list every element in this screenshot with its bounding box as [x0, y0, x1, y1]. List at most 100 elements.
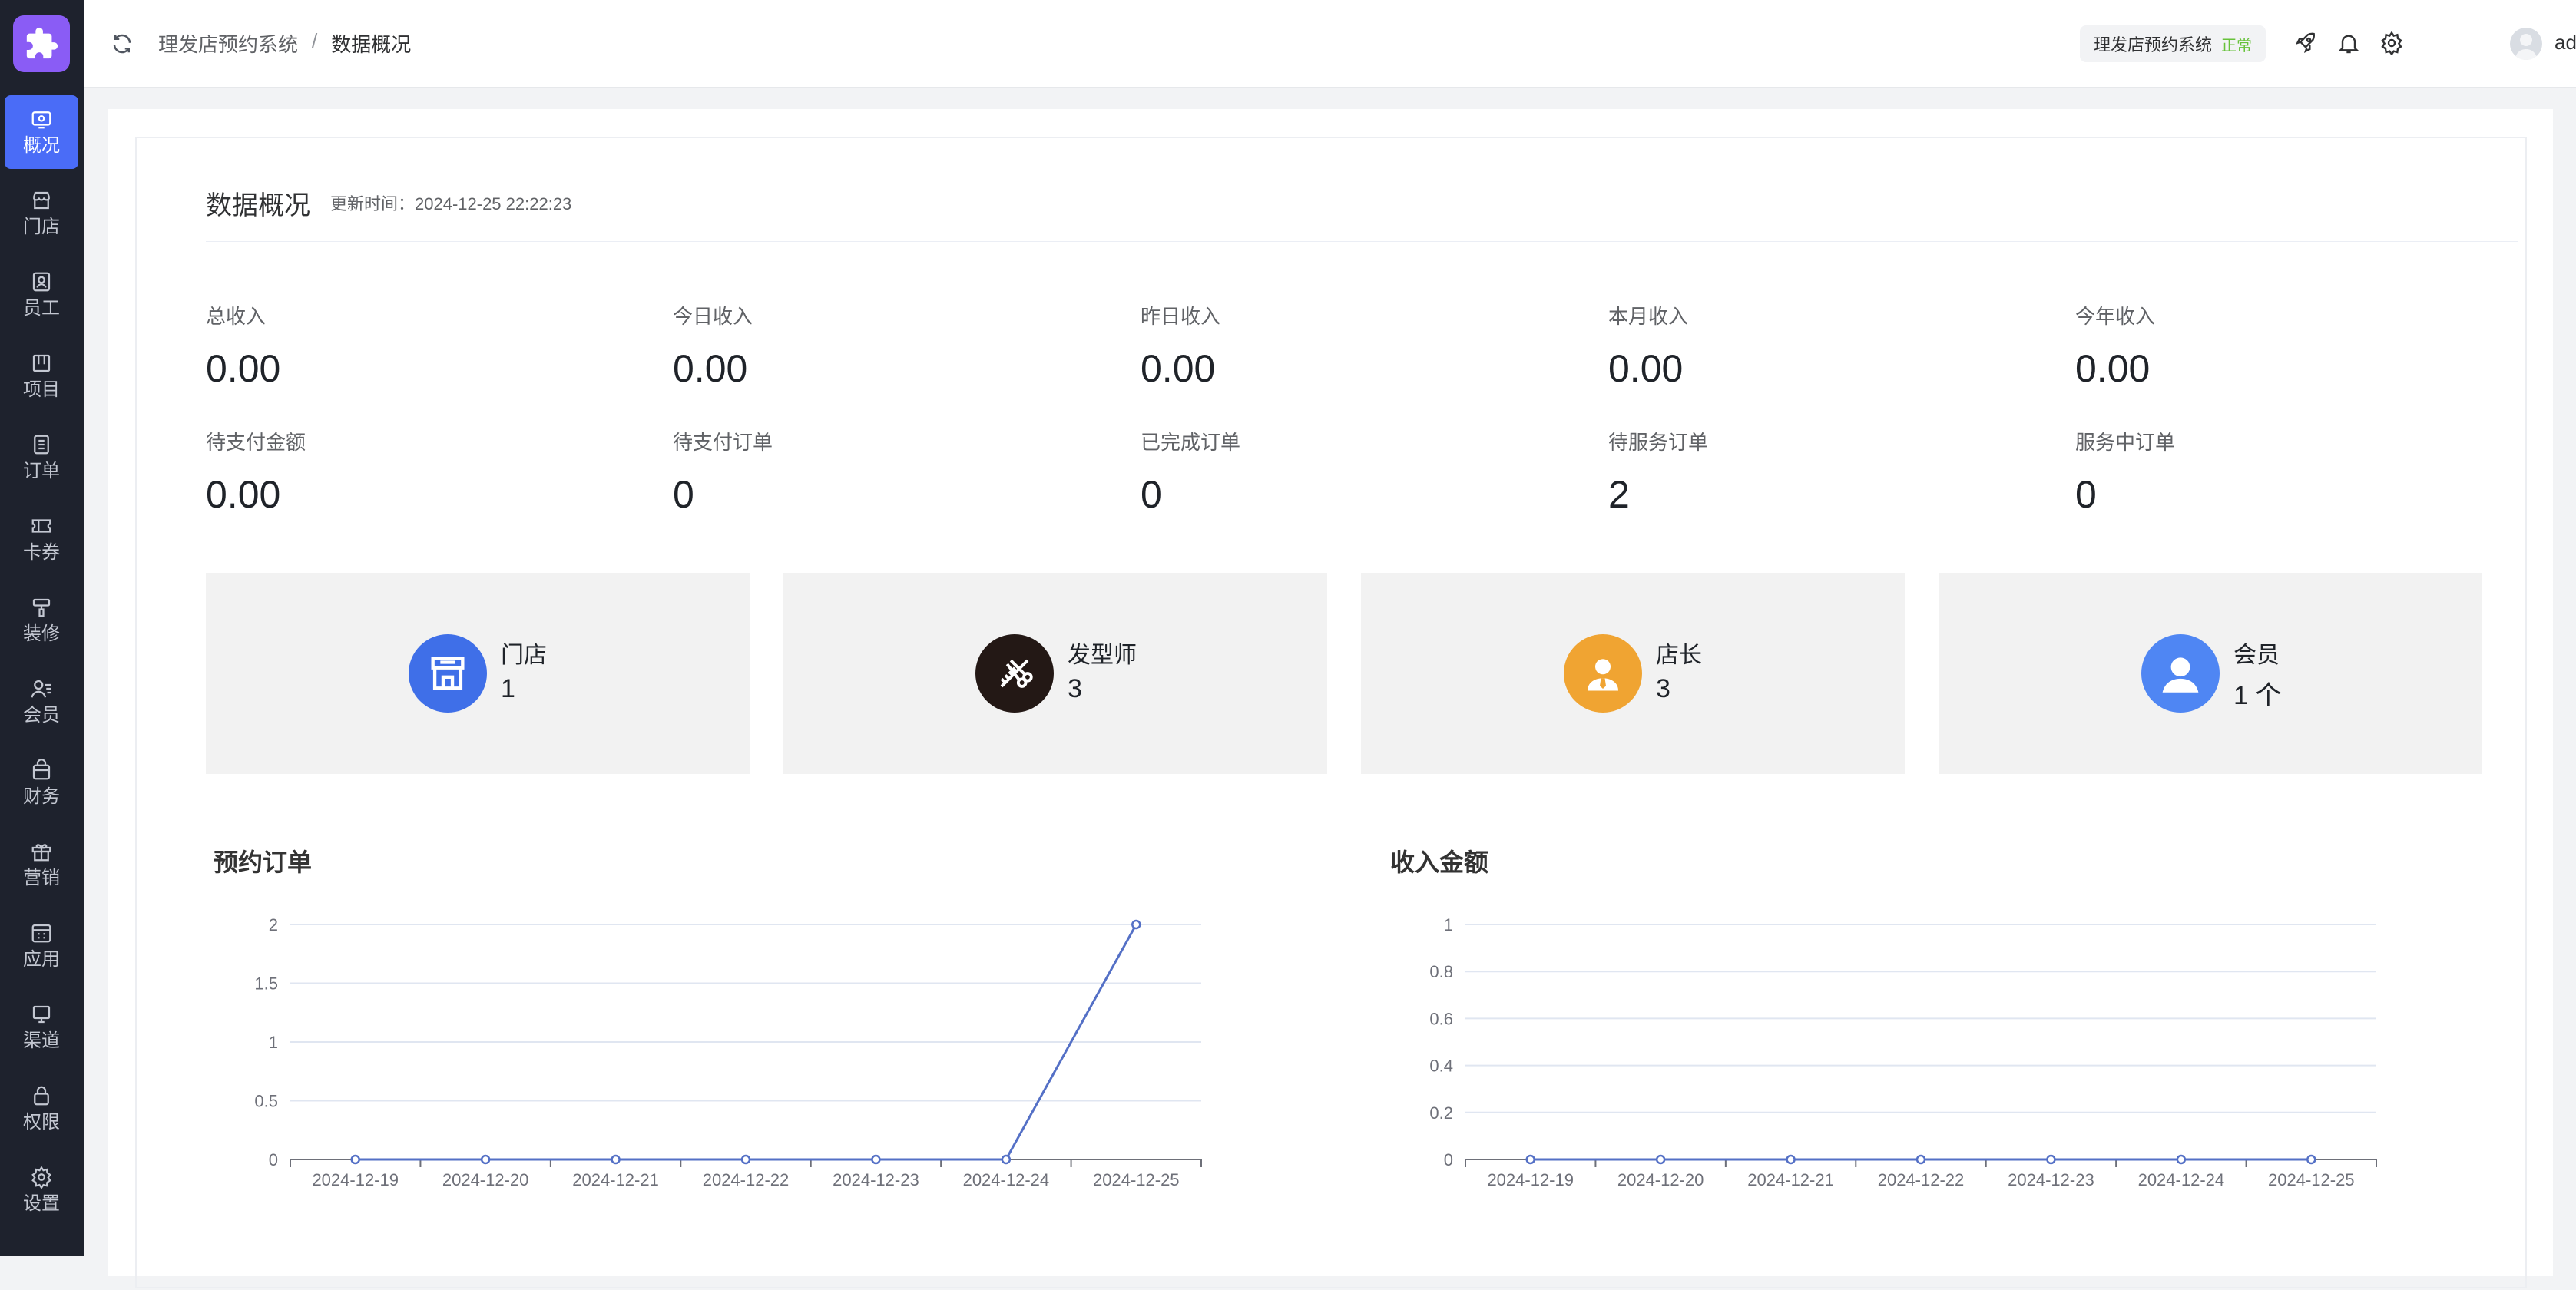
y-tick-label: 0 [1444, 1150, 1453, 1169]
system-name: 理发店预约系统 [2094, 35, 2213, 55]
breadcrumb-root[interactable]: 理发店预约系统 [158, 29, 298, 58]
sidebar-item-channel[interactable]: 渠道 [5, 991, 78, 1064]
income-line-chart: 0 0.2 0.4 0.6 0.8 1 2024-12-19 2024-12-20 2024-1… [1429, 915, 2377, 1189]
username[interactable]: admin [2554, 31, 2576, 55]
sidebar-item-marketing[interactable]: 营销 [5, 828, 78, 901]
y-tick-label: 0.2 [1429, 1103, 1453, 1123]
data-point [480, 1154, 491, 1165]
breadcrumb-current: 数据概况 [331, 33, 412, 56]
avatar[interactable] [2510, 28, 2542, 60]
data-point [1525, 1154, 1535, 1165]
system-status-tag: 理发店预约系统 正常 [2080, 25, 2266, 62]
sidebar-item-finance[interactable]: 财务 [5, 746, 78, 820]
app-logo-puzzle-icon[interactable] [13, 15, 70, 72]
x-tick-label: 2024-12-23 [2008, 1170, 2094, 1189]
sidebar-item-label: 营销 [23, 868, 60, 888]
y-tick-label: 1 [1444, 915, 1453, 934]
top-bar: 理发店预约系统 / 数据概况 理发店预约系统 正常 admin [84, 0, 2576, 88]
x-tick-label: 2024-12-22 [1878, 1170, 1965, 1189]
sidebar-item-settings[interactable]: 设置 [5, 1153, 78, 1227]
sidebar-item-label: 卡券 [23, 542, 60, 563]
y-tick-label: 0.6 [1429, 1009, 1453, 1028]
x-tick-label: 2024-12-20 [442, 1170, 529, 1189]
staff-icon [32, 272, 51, 292]
x-tick-label: 2024-12-21 [1747, 1170, 1834, 1189]
sidebar-item-label: 渠道 [23, 1030, 60, 1051]
sidebar-item-label: 设置 [23, 1193, 60, 1214]
y-tick-label: 0.8 [1429, 962, 1453, 981]
decoration-icon [32, 598, 51, 617]
store-icon [32, 191, 51, 210]
sidebar: 概况 门店 员工 项目 订单 卡券 装修 会员 财务 营销 应用 渠道 权限 设… [0, 0, 84, 1256]
y-tick-label: 0 [269, 1150, 278, 1169]
coupon-icon [31, 519, 51, 533]
rocket-icon[interactable] [2293, 31, 2318, 55]
sidebar-item-label: 权限 [23, 1112, 60, 1133]
data-point [1915, 1154, 1926, 1165]
data-point [1655, 1154, 1666, 1165]
sidebar-item-label: 装修 [23, 624, 60, 644]
data-point [2046, 1154, 2056, 1165]
breadcrumb-separator: / [312, 29, 318, 52]
x-tick-label: 2024-12-24 [2138, 1170, 2225, 1189]
x-tick-label: 2024-12-19 [312, 1170, 399, 1189]
y-tick-label: 0.4 [1429, 1057, 1453, 1076]
data-point [350, 1154, 360, 1165]
dashboard-icon [31, 111, 51, 129]
lock-icon [34, 1086, 49, 1106]
data-point [1786, 1154, 1796, 1165]
refresh-icon[interactable] [111, 32, 134, 55]
sidebar-item-staff[interactable]: 员工 [5, 258, 78, 332]
x-tick-label: 2024-12-21 [572, 1170, 659, 1189]
sidebar-item-coupon[interactable]: 卡券 [5, 502, 78, 576]
gear-icon[interactable] [2379, 31, 2404, 55]
sidebar-item-apps[interactable]: 应用 [5, 909, 78, 983]
sidebar-item-label: 门店 [23, 217, 60, 237]
bookings-line-chart: 0 0.5 1 1.5 2 2024-12-19 2024-12-20 2024-12-21 2… [254, 915, 1202, 1189]
sidebar-item-order[interactable]: 订单 [5, 421, 78, 495]
x-tick-label: 2024-12-24 [963, 1170, 1050, 1189]
x-tick-label: 2024-12-23 [833, 1170, 919, 1189]
member-icon [31, 680, 51, 698]
status-badge: 正常 [2221, 37, 2253, 55]
data-point [1001, 1154, 1012, 1165]
gift-icon [31, 844, 51, 862]
data-point [740, 1154, 751, 1165]
main-content: 数据概况 更新时间：2024-12-25 22:22:23 总收入 0.00 今… [108, 109, 2553, 1288]
data-point [611, 1154, 621, 1165]
x-tick-label: 2024-12-22 [703, 1170, 790, 1189]
x-tick-label: 2024-12-20 [1617, 1170, 1704, 1189]
sidebar-item-label: 会员 [23, 705, 60, 726]
x-tick-label: 2024-12-25 [2268, 1170, 2355, 1189]
channel-icon [32, 1005, 51, 1024]
apps-icon [31, 924, 51, 943]
sidebar-item-label: 订单 [23, 461, 60, 481]
sidebar-item-label: 项目 [23, 379, 60, 400]
data-point [2306, 1154, 2316, 1165]
sidebar-item-decoration[interactable]: 装修 [5, 584, 78, 657]
data-point [2176, 1154, 2187, 1165]
data-point [1131, 919, 1141, 930]
sidebar-item-label: 员工 [23, 298, 60, 319]
project-icon [32, 354, 51, 372]
sidebar-item-label: 财务 [23, 786, 60, 807]
y-tick-label: 2 [269, 915, 278, 934]
sidebar-item-label: 概况 [23, 135, 60, 156]
sidebar-item-project[interactable]: 项目 [5, 339, 78, 413]
overview-card: 数据概况 更新时间：2024-12-25 22:22:23 总收入 0.00 今… [135, 137, 2527, 1288]
breadcrumb: 理发店预约系统 / 数据概况 [158, 29, 411, 58]
y-tick-label: 1.5 [254, 974, 278, 994]
bell-icon[interactable] [2336, 31, 2361, 55]
order-icon [34, 435, 49, 455]
sidebar-item-member[interactable]: 会员 [5, 665, 78, 739]
x-tick-label: 2024-12-19 [1487, 1170, 1574, 1189]
x-tick-label: 2024-12-25 [1093, 1170, 1180, 1189]
sidebar-item-permission[interactable]: 权限 [5, 1072, 78, 1146]
sidebar-item-label: 应用 [23, 949, 60, 970]
sidebar-item-overview[interactable]: 概况 [5, 95, 78, 169]
y-tick-label: 1 [269, 1033, 278, 1052]
sidebar-item-store[interactable]: 门店 [5, 177, 78, 250]
data-point [871, 1154, 881, 1165]
y-tick-label: 0.5 [254, 1092, 278, 1111]
finance-icon [32, 759, 51, 780]
